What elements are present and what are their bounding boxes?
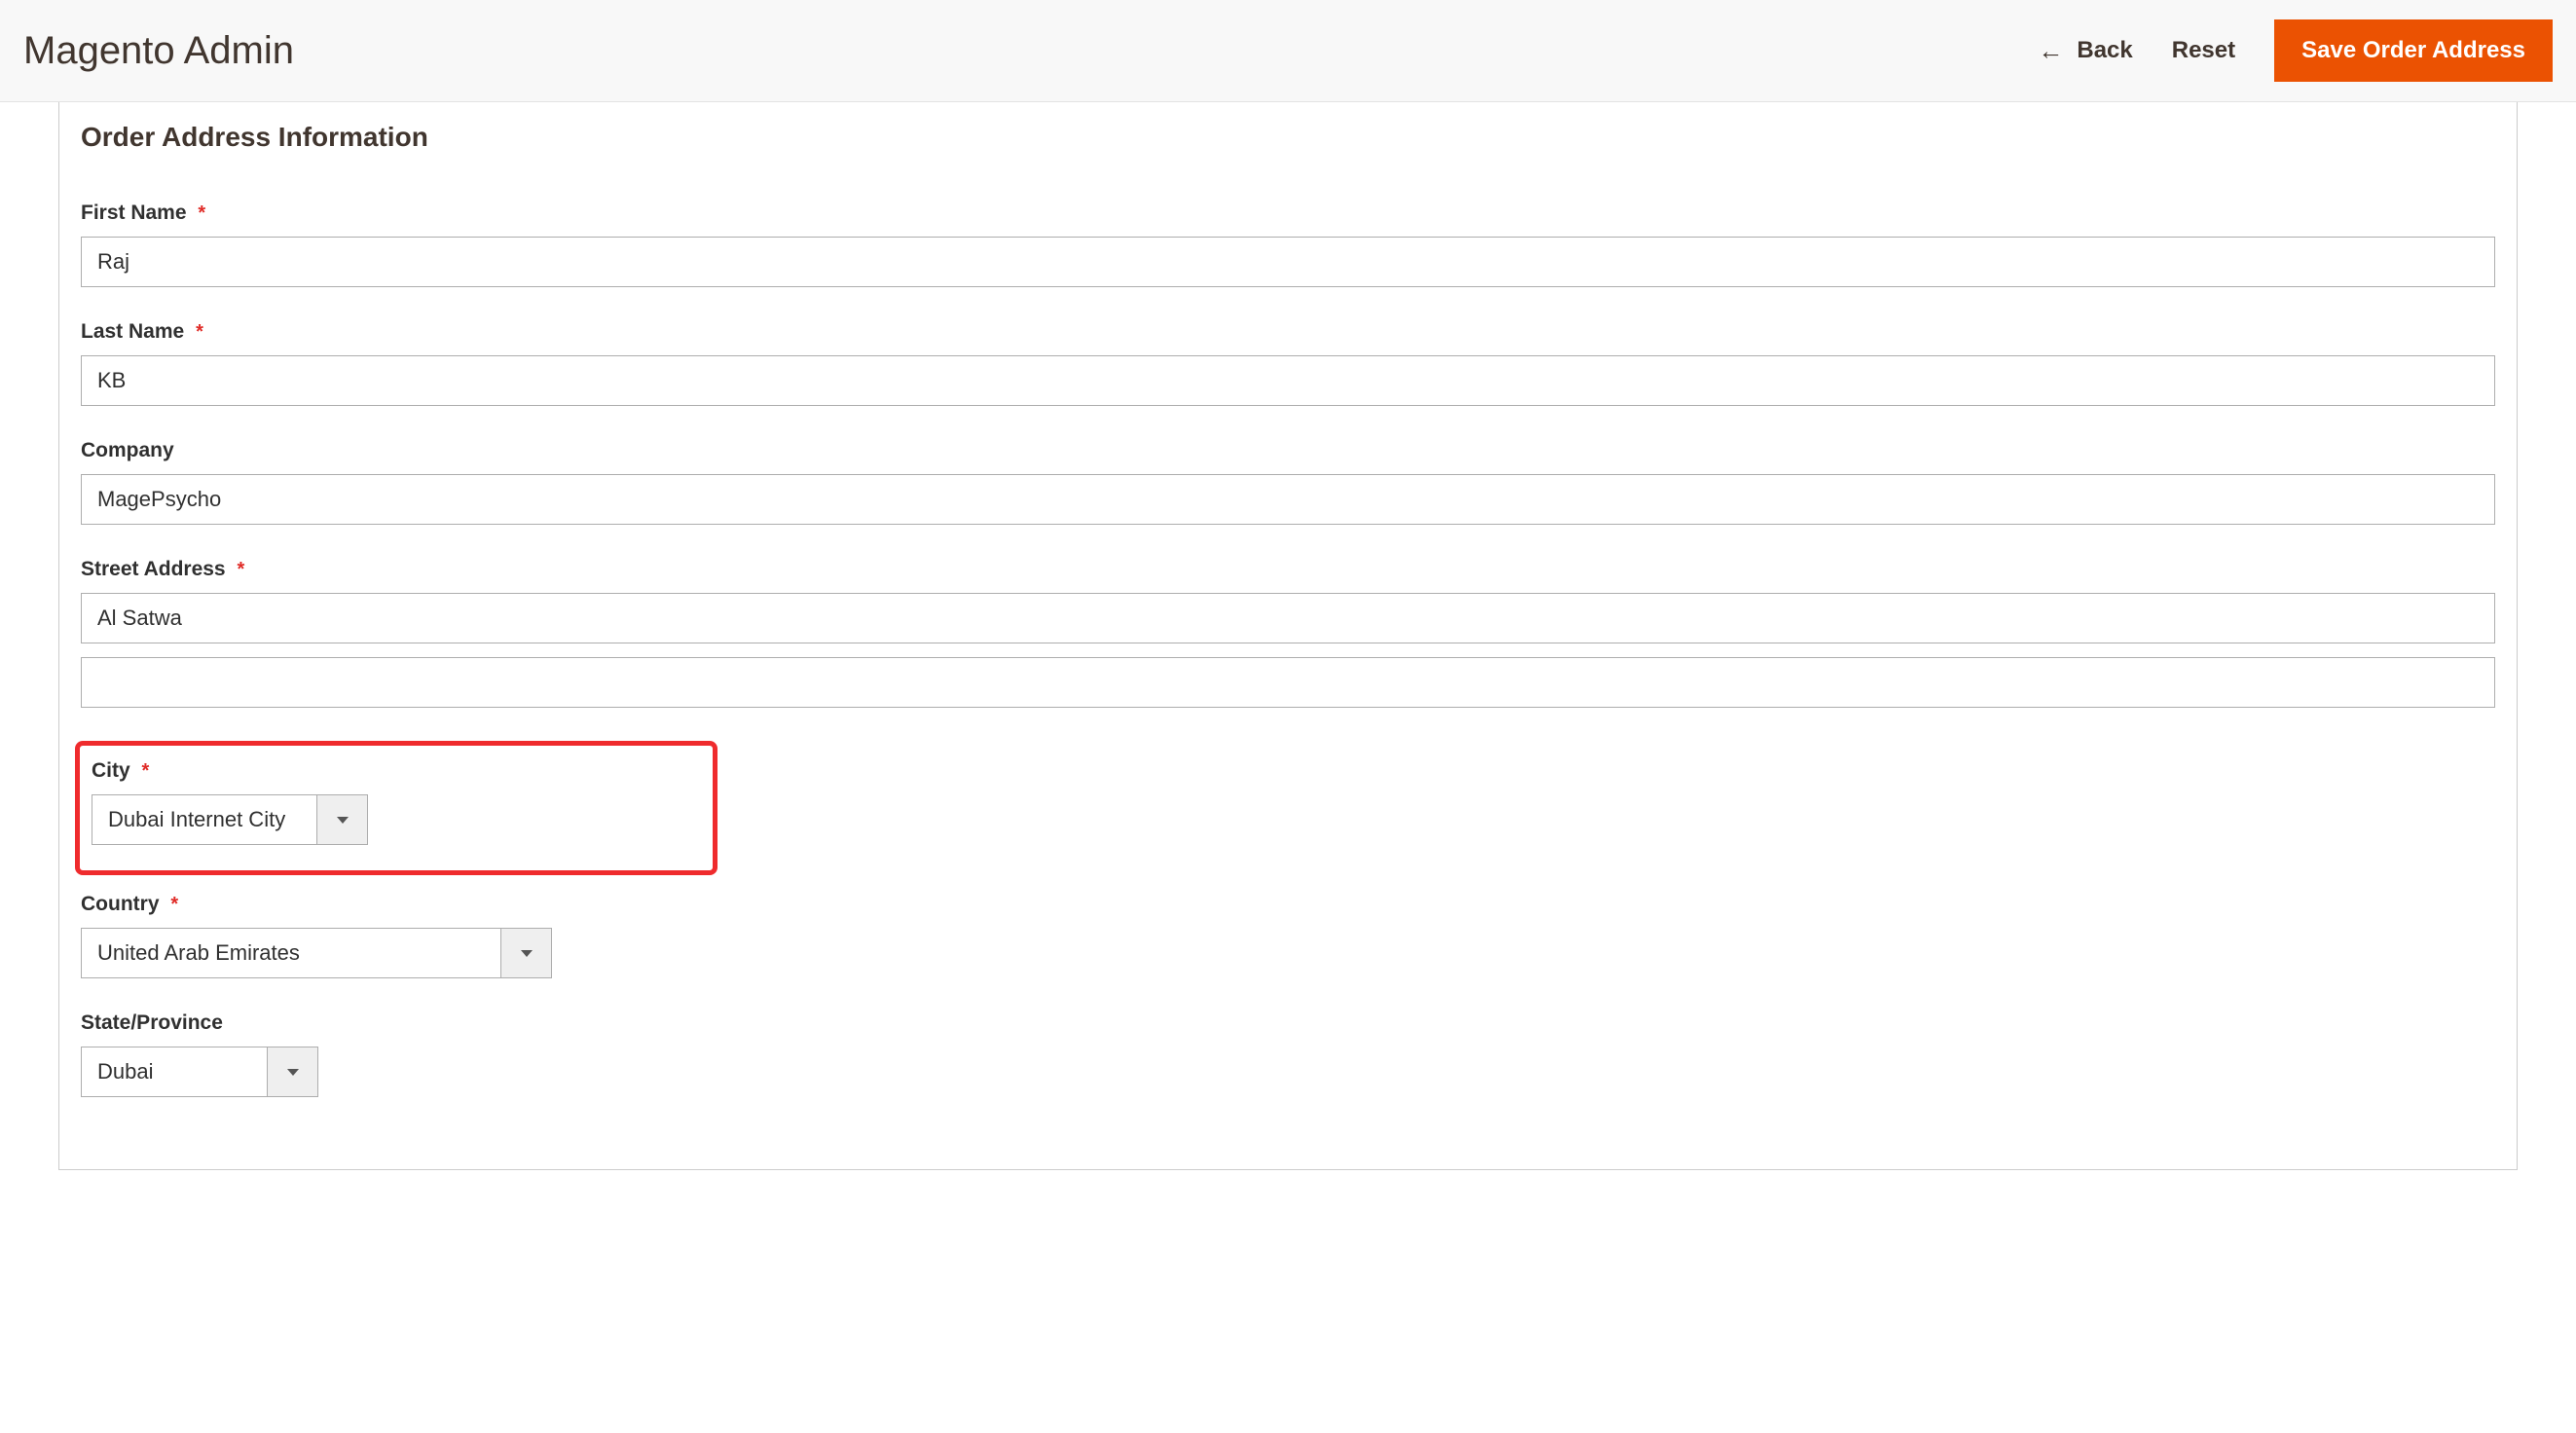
arrow-left-icon: ← [2038, 38, 2063, 63]
first-name-label: First Name * [81, 202, 2495, 225]
label-text: Country [81, 893, 160, 915]
company-label: Company [81, 439, 2495, 462]
country-field: Country * United Arab Emirates [75, 893, 2501, 978]
label-text: City [92, 759, 130, 782]
state-province-label: State/Province [81, 1011, 2495, 1035]
back-button[interactable]: ← Back [2038, 37, 2132, 64]
page-header: Magento Admin ← Back Reset Save Order Ad… [0, 0, 2576, 102]
city-field: City * Dubai Internet City [92, 759, 701, 845]
company-field: Company [75, 439, 2501, 525]
city-select[interactable]: Dubai Internet City [92, 794, 368, 845]
label-text: Street Address [81, 558, 226, 580]
label-text: Last Name [81, 320, 184, 343]
required-icon: * [237, 559, 244, 580]
label-text: Company [81, 439, 174, 461]
country-select[interactable]: United Arab Emirates [81, 928, 552, 978]
city-highlight-box: City * Dubai Internet City [75, 741, 718, 875]
required-icon: * [142, 760, 150, 782]
street-address-field: Street Address * [75, 558, 2501, 708]
state-province-select-value: Dubai [82, 1047, 267, 1096]
city-select-toggle[interactable] [316, 795, 367, 844]
last-name-input[interactable] [81, 355, 2495, 406]
city-select-value: Dubai Internet City [92, 795, 316, 844]
last-name-field: Last Name * [75, 320, 2501, 406]
caret-down-icon [337, 817, 349, 824]
content: Order Address Information First Name * L… [0, 102, 2576, 1209]
save-order-address-button[interactable]: Save Order Address [2274, 19, 2553, 82]
street-address-input-1[interactable] [81, 593, 2495, 643]
caret-down-icon [287, 1069, 299, 1076]
first-name-field: First Name * [75, 202, 2501, 287]
state-province-field: State/Province Dubai [75, 1011, 2501, 1097]
back-button-label: Back [2077, 37, 2132, 64]
section-title: Order Address Information [75, 122, 2501, 153]
company-input[interactable] [81, 474, 2495, 525]
reset-button[interactable]: Reset [2172, 37, 2235, 64]
country-select-toggle[interactable] [500, 929, 551, 977]
label-text: First Name [81, 202, 187, 224]
label-text: State/Province [81, 1011, 223, 1034]
last-name-label: Last Name * [81, 320, 2495, 344]
required-icon: * [196, 321, 203, 343]
city-label: City * [92, 759, 701, 783]
country-label: Country * [81, 893, 2495, 916]
state-province-select[interactable]: Dubai [81, 1047, 318, 1097]
country-select-value: United Arab Emirates [82, 929, 500, 977]
first-name-input[interactable] [81, 237, 2495, 287]
required-icon: * [198, 202, 205, 224]
caret-down-icon [521, 950, 533, 957]
header-actions: ← Back Reset Save Order Address [2038, 19, 2553, 82]
page-title: Magento Admin [23, 29, 294, 73]
street-address-input-2[interactable] [81, 657, 2495, 708]
required-icon: * [170, 894, 178, 915]
state-province-select-toggle[interactable] [267, 1047, 317, 1096]
street-address-label: Street Address * [81, 558, 2495, 581]
order-address-panel: Order Address Information First Name * L… [58, 102, 2518, 1170]
